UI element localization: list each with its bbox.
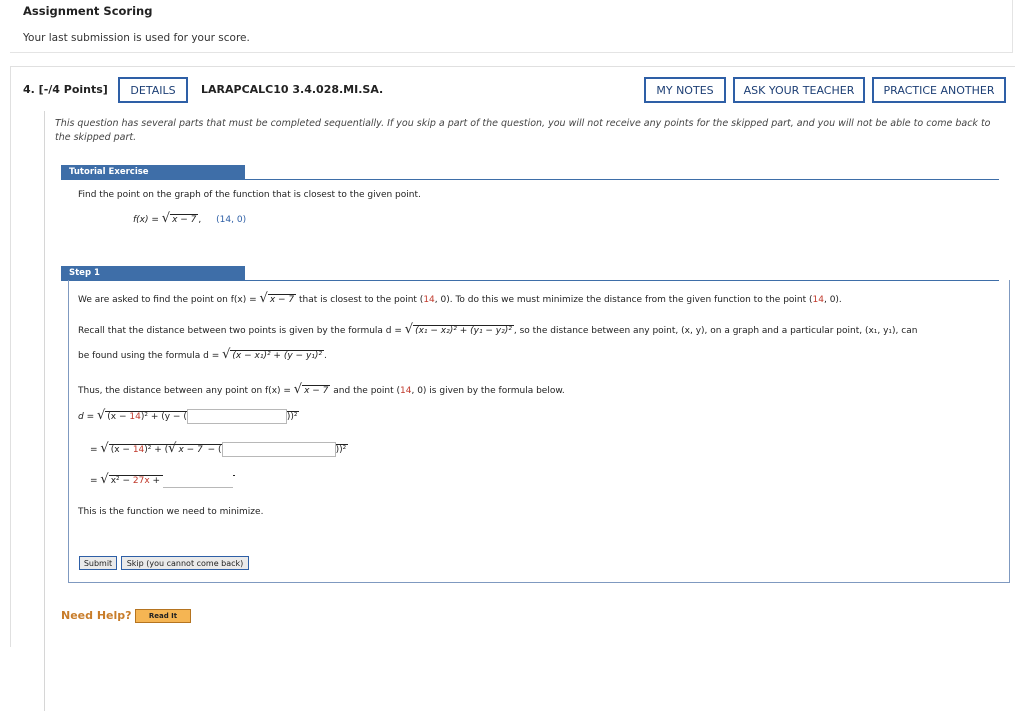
step-line-1-radicand: x − 7: [267, 294, 297, 305]
step-line-4-b: and the point (: [330, 386, 401, 396]
need-help-label: Need Help?: [61, 609, 132, 622]
step-line-3-a: be found using the formula d =: [78, 351, 223, 361]
question-code: LARAPCALC10 3.4.028.MI.SA.: [201, 83, 384, 96]
answer-input-2[interactable]: [221, 442, 336, 457]
sqrt-symbol: √: [100, 441, 109, 456]
submit-button[interactable]: Submit: [79, 556, 117, 570]
point-x-value-2: 14: [812, 295, 824, 305]
step-line-2-b: , so the distance between any point, (x,…: [513, 326, 918, 336]
point-x-value-3: 14: [400, 386, 412, 396]
skip-button[interactable]: Skip (you cannot come back): [121, 556, 249, 570]
function-expression: f(x) = √ x − 7, (14, 0): [133, 211, 246, 226]
step-line-1: We are asked to find the point on f(x) =…: [78, 291, 842, 306]
equation-1-end: ))²: [286, 412, 298, 422]
equation-2-inner-radicand: x − 7: [176, 444, 205, 455]
step-line-1-b: that is closest to the point (: [296, 295, 424, 305]
sqrt-symbol: √: [404, 322, 414, 337]
sqrt-symbol: √: [259, 291, 268, 306]
tutorial-instruction: Find the point on the graph of the funct…: [78, 190, 421, 200]
equation-2-a: (x −: [110, 445, 133, 455]
step-line-1-d: , 0).: [823, 295, 842, 305]
equation-2-b: )² + (: [144, 445, 169, 455]
equation-1-b: )² + (y − (: [140, 412, 187, 422]
sqrt-symbol: √: [293, 382, 303, 397]
equation-1: d = √ (x − 14)² + (y − ())²: [78, 408, 300, 424]
question-panel: 4. [-/4 Points] DETAILS LARAPCALC10 3.4.…: [10, 66, 1015, 711]
equation-1-prefix: d =: [78, 412, 97, 422]
given-point: (14, 0): [216, 215, 247, 225]
equation-3-a: x² −: [110, 476, 133, 486]
equation-3-b: +: [149, 476, 163, 486]
equation-1-number: 14: [129, 412, 141, 422]
practice-another-button[interactable]: PRACTICE ANOTHER: [872, 77, 1006, 103]
sequential-parts-note: This question has several parts that mus…: [55, 118, 991, 143]
function-radicand: x − 7: [170, 214, 199, 225]
sqrt-symbol: √: [161, 211, 171, 226]
tutorial-divider: [61, 179, 999, 180]
equation-3: = √ x² − 27x +: [90, 472, 235, 488]
equation-2-number: 14: [132, 445, 145, 455]
step-line-2-a: Recall that the distance between two poi…: [78, 326, 405, 336]
equation-2-end: ))²: [335, 445, 347, 455]
equation-1-a: (x −: [107, 412, 130, 422]
step-line-1-c: , 0). To do this we must minimize the di…: [434, 295, 813, 305]
ask-your-teacher-button[interactable]: ASK YOUR TEACHER: [733, 77, 865, 103]
step-1-tab: Step 1: [61, 266, 245, 280]
step-line-4: Thus, the distance between any point on …: [78, 382, 565, 397]
equation-2-prefix: =: [90, 445, 101, 455]
tutorial-exercise-tab: Tutorial Exercise: [61, 165, 245, 179]
read-it-button[interactable]: Read It: [135, 609, 191, 623]
equation-2-c: − (: [204, 445, 222, 455]
my-notes-button[interactable]: MY NOTES: [644, 77, 726, 103]
sqrt-symbol: √: [100, 472, 109, 487]
details-button[interactable]: DETAILS: [118, 77, 188, 103]
answer-input-3[interactable]: [162, 473, 233, 488]
step-line-1-a: We are asked to find the point on f(x) =: [78, 295, 260, 305]
step-line-4-a: Thus, the distance between any point on …: [78, 386, 294, 396]
question-body: This question has several parts that mus…: [44, 111, 1011, 711]
assignment-scoring-panel: Assignment Scoring Your last submission …: [10, 0, 1013, 53]
function-tail: ,: [198, 215, 202, 225]
step-line-4-c: , 0) is given by the formula below.: [411, 386, 565, 396]
assignment-scoring-subtitle: Your last submission is used for your sc…: [23, 32, 250, 44]
closing-text: This is the function we need to minimize…: [78, 507, 264, 517]
point-x-value: 14: [423, 295, 435, 305]
step-line-4-radicand: x − 7: [302, 385, 331, 396]
function-lhs: f(x) =: [133, 215, 162, 225]
step-line-3: be found using the formula d = √ (x − x₁)…: [78, 347, 327, 362]
equation-3-number: 27x: [132, 476, 150, 486]
step-line-2: Recall that the distance between two poi…: [78, 322, 917, 337]
question-number: 4. [-/4 Points]: [23, 83, 108, 96]
answer-input-1[interactable]: [186, 409, 287, 424]
distance-formula-2-radicand: (x − x₁)² + (y − y₁)²: [230, 350, 324, 361]
step-line-3-b: .: [324, 351, 327, 361]
equation-2: = √ (x − 14)² + (√ x − 7 − ())²: [90, 441, 349, 457]
question-header: 4. [-/4 Points] DETAILS LARAPCALC10 3.4.…: [11, 67, 1015, 111]
distance-formula-radicand: (x₁ − x₂)² + (y₁ − y₂)²: [413, 325, 514, 336]
assignment-scoring-title: Assignment Scoring: [23, 4, 153, 18]
equation-3-prefix: =: [90, 476, 101, 486]
